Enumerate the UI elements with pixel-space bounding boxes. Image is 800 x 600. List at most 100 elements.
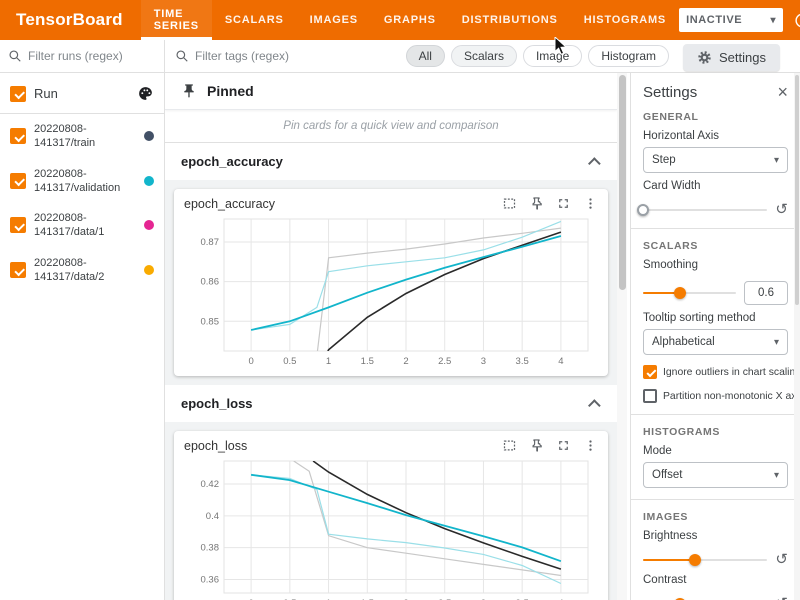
card-actions [502,196,598,211]
reload-status-value: INACTIVE [686,14,742,26]
top-bar: TensorBoard TIME SERIES SCALARS IMAGES G… [0,0,800,40]
pinned-header: Pinned [165,73,617,110]
run-checkbox[interactable] [10,217,26,233]
panel-scrollbar [794,73,800,600]
reload-status-select[interactable]: INACTIVE ▾ [679,8,783,32]
close-icon[interactable]: × [777,83,788,101]
run-color-dot [144,131,154,141]
run-row-validation[interactable]: 20220808-141317/validation [0,159,164,204]
card-area: epoch_loss 00.511.522.533.540.360.380.40… [165,422,617,600]
tab-scalars[interactable]: SCALARS [212,0,297,40]
histogram-mode-select[interactable]: Offset ▾ [643,462,788,488]
filter-runs-box [0,40,165,72]
pin-card-icon[interactable] [529,438,544,453]
divider [631,228,800,229]
run-checkbox[interactable] [10,262,26,278]
tab-time-series[interactable]: TIME SERIES [141,0,212,40]
svg-text:0.4: 0.4 [206,511,219,522]
fit-domain-icon[interactable] [502,196,517,211]
chip-image[interactable]: Image [523,45,582,67]
topbar-actions: INACTIVE ▾ ↻ ? [679,8,800,32]
nav-tabs: TIME SERIES SCALARS IMAGES GRAPHS DISTRI… [141,0,679,40]
run-checkbox[interactable] [10,173,26,189]
card-area: epoch_accuracy 00.511.522.533.540.850.86… [165,180,617,385]
slider-thumb[interactable] [637,204,649,216]
brightness-reset-icon[interactable]: ↺ [775,552,788,567]
svg-text:0.86: 0.86 [201,277,220,288]
tab-distributions[interactable]: DISTRIBUTIONS [449,0,571,40]
histogram-mode-value: Offset [652,469,682,481]
card-width-reset-icon[interactable]: ↺ [775,202,788,217]
tab-graphs[interactable]: GRAPHS [371,0,449,40]
more-options-icon[interactable] [583,196,598,211]
runs-header-row: Run [0,73,164,114]
chevron-down-icon: ▾ [774,337,779,348]
ignore-outliers-checkbox[interactable] [643,365,657,379]
filter-bar: All Scalars Image Histogram Settings [0,40,800,73]
chip-all[interactable]: All [406,45,445,67]
main-scrollbar [617,73,627,600]
slider-thumb[interactable] [689,554,701,566]
chip-scalars[interactable]: Scalars [451,45,517,67]
run-row-data2[interactable]: 20220808-141317/data/2 [0,248,164,293]
contrast-slider[interactable] [643,597,767,600]
runs-header-label: Run [34,86,58,101]
general-heading: GENERAL [643,111,788,123]
partition-x-axis-checkbox[interactable] [643,389,657,403]
more-options-icon[interactable] [583,438,598,453]
settings-button[interactable]: Settings [683,44,780,71]
chip-histogram[interactable]: Histogram [588,45,669,67]
main-scrollbar-thumb[interactable] [619,75,626,290]
pin-card-icon[interactable] [529,196,544,211]
histograms-heading: HISTOGRAMS [643,426,788,438]
slider-thumb[interactable] [674,287,686,299]
cards-main-area: Pinned Pin cards for a quick view and co… [165,73,617,600]
brightness-slider[interactable] [643,553,767,567]
card-width-slider[interactable] [643,203,767,217]
run-color-dot [144,220,154,230]
run-checkbox[interactable] [10,128,26,144]
run-row-train[interactable]: 20220808-141317/train [0,114,164,159]
theme-toggle-icon[interactable] [792,10,800,30]
card-actions [502,438,598,453]
accuracy-line-chart[interactable]: 00.511.522.533.540.850.860.87 [184,213,598,371]
panel-scrollbar-thumb[interactable] [795,75,799,305]
pin-icon [181,83,197,99]
images-heading: IMAGES [643,511,788,523]
run-row-data1[interactable]: 20220808-141317/data/1 [0,203,164,248]
filter-runs-input[interactable] [28,49,156,63]
pinned-title: Pinned [207,83,254,99]
histogram-mode-label: Mode [643,445,788,457]
palette-icon[interactable] [137,85,154,102]
horizontal-axis-value: Step [652,154,676,166]
tooltip-sorting-label: Tooltip sorting method [643,312,788,324]
expand-card-icon[interactable] [556,438,571,453]
card-header: epoch_loss [184,438,598,453]
filter-tags-input[interactable] [195,49,400,63]
contrast-reset-icon[interactable]: ↺ [775,596,788,600]
contrast-label: Contrast [643,574,788,586]
brightness-label: Brightness [643,530,788,542]
select-all-runs-checkbox[interactable] [10,86,26,102]
expand-card-icon[interactable] [556,196,571,211]
tab-histograms[interactable]: HISTOGRAMS [571,0,679,40]
fit-domain-icon[interactable] [502,438,517,453]
gear-icon [697,50,712,65]
tab-images[interactable]: IMAGES [297,0,371,40]
loss-line-chart[interactable]: 00.511.522.533.540.360.380.40.42 [184,455,598,600]
svg-text:3.5: 3.5 [516,356,529,367]
partition-x-axis-row[interactable]: Partition non-monotonic X axis i [643,389,788,403]
tooltip-sorting-select[interactable]: Alphabetical ▾ [643,329,788,355]
collapse-section-icon[interactable] [588,157,601,170]
smoothing-slider[interactable] [643,286,736,300]
svg-text:0.38: 0.38 [201,543,220,554]
horizontal-axis-select[interactable]: Step ▾ [643,147,788,173]
scalar-card-epoch-accuracy: epoch_accuracy 00.511.522.533.540.850.86… [174,189,608,376]
smoothing-input[interactable] [744,281,788,305]
run-color-dot [144,176,154,186]
app-title: TensorBoard [0,10,141,30]
ignore-outliers-row[interactable]: Ignore outliers in chart scaling [643,365,788,379]
collapse-section-icon[interactable] [588,399,601,412]
smoothing-label: Smoothing [643,259,788,271]
runs-sidebar: Run 20220808-141317/train 20220808-14131… [0,73,165,600]
